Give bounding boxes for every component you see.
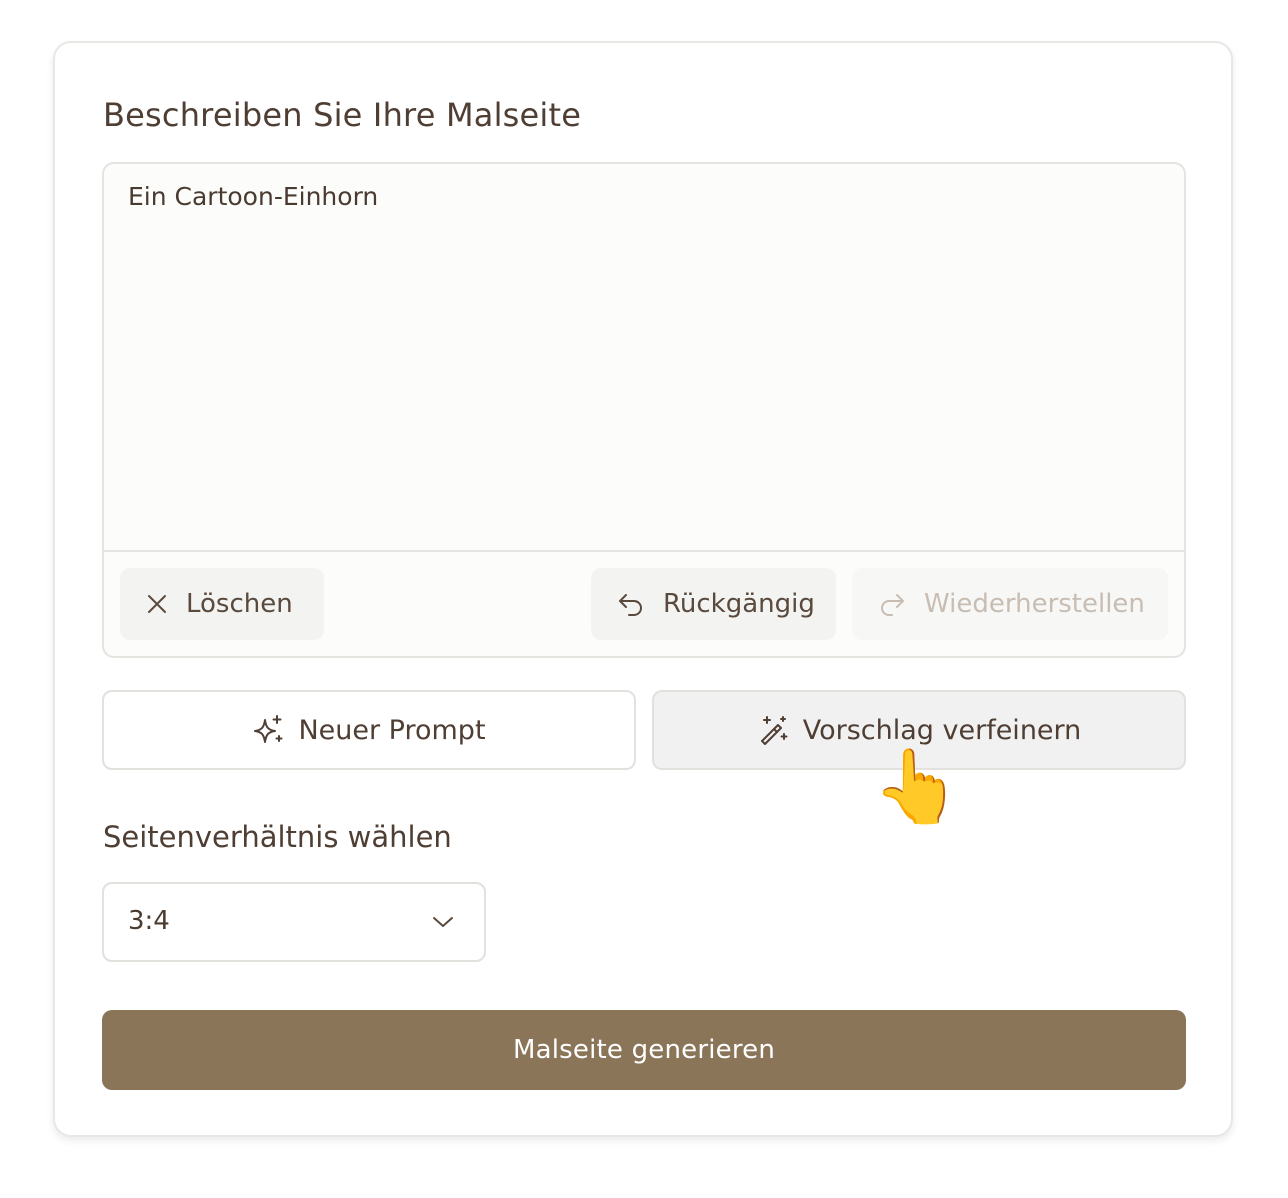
prompt-textarea[interactable]: Ein Cartoon-Einhorn <box>128 182 378 211</box>
clear-button[interactable]: Löschen <box>120 568 324 640</box>
ratio-label: Seitenverhältnis wählen <box>103 820 452 854</box>
undo-label: Rückgängig <box>663 589 815 619</box>
pointing-hand-icon: 👆 <box>872 744 962 828</box>
refine-label: Vorschlag verfeinern <box>802 714 1082 746</box>
ratio-select[interactable]: 3:4 <box>102 882 486 962</box>
prompt-editor[interactable]: Ein Cartoon-Einhorn Löschen Rückgängig W… <box>102 162 1186 658</box>
close-icon <box>146 593 168 615</box>
sparkles-icon <box>252 714 284 746</box>
chevron-down-icon <box>432 914 454 933</box>
editor-divider <box>104 550 1184 552</box>
undo-button[interactable]: Rückgängig <box>591 568 836 640</box>
magic-wand-icon <box>757 714 789 746</box>
new-prompt-label: Neuer Prompt <box>298 714 486 746</box>
prompt-heading: Beschreiben Sie Ihre Malseite <box>103 96 582 134</box>
new-prompt-button[interactable]: Neuer Prompt <box>102 690 636 770</box>
clear-label: Löschen <box>186 589 293 619</box>
undo-icon <box>617 591 645 617</box>
redo-icon <box>878 591 906 617</box>
generate-button[interactable]: Malseite generieren <box>102 1010 1186 1090</box>
redo-label: Wiederherstellen <box>924 589 1145 619</box>
redo-button[interactable]: Wiederherstellen <box>852 568 1168 640</box>
ratio-select-value: 3:4 <box>128 906 170 936</box>
